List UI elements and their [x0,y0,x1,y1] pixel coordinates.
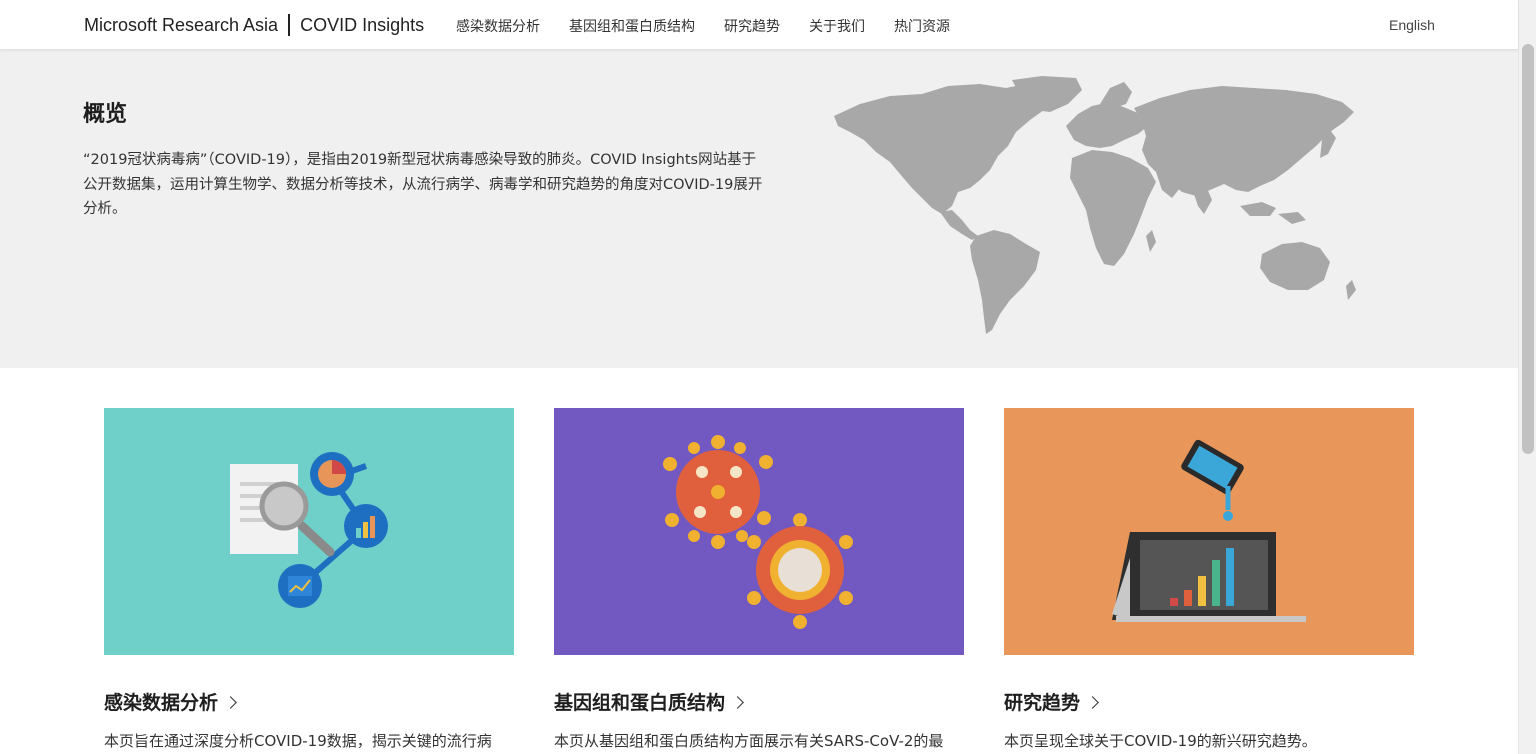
card-infection-data-title-text[interactable]: 感染数据分析 [104,688,218,715]
card-genome-protein-title-text[interactable]: 基因组和蛋白质结构 [554,688,725,715]
site-brand[interactable]: Microsoft Research Asia COVID Insights [84,13,424,37]
chevron-right-icon[interactable] [224,695,237,709]
card-genome-protein-description: 本页从基因组和蛋白质结构方面展示有关SARS-CoV-2的最 [554,732,944,750]
data-analysis-illustration [104,408,514,655]
nav-item-research-trends[interactable]: 研究趋势 [724,16,780,36]
virus-illustration [554,408,964,655]
overview-title: 概览 [83,102,128,127]
card-genome-protein: 基因组和蛋白质结构 本页从基因组和蛋白质结构方面展示有关SARS-CoV-2的最 [554,408,964,753]
chevron-right-icon[interactable] [1086,695,1099,709]
card-infection-data-description: 本页旨在通过深度分析COVID-19数据，揭示关键的流行病 [104,732,492,750]
scrollbar-thumb[interactable] [1522,44,1534,454]
overview-section: 概览 “2019冠状病毒病”（COVID-19），是指由2019新型冠状病毒感染… [0,50,1518,368]
nav-item-genome-protein[interactable]: 基因组和蛋白质结构 [569,16,695,36]
card-infection-data: 感染数据分析 本页旨在通过深度分析COVID-19数据，揭示关键的流行病 [104,408,514,753]
research-trend-illustration [1004,408,1414,655]
card-genome-protein-image[interactable] [554,408,964,655]
nav-item-infection-data[interactable]: 感染数据分析 [456,16,540,36]
language-switch-link[interactable]: English [1389,17,1435,33]
card-genome-protein-title[interactable]: 基因组和蛋白质结构 [554,688,964,715]
top-navigation-bar: Microsoft Research Asia COVID Insights 感… [0,0,1518,50]
nav-item-resources[interactable]: 热门资源 [894,16,950,36]
card-research-trends-title[interactable]: 研究趋势 [1004,688,1414,715]
brand-organization[interactable]: Microsoft Research Asia [84,15,278,36]
card-research-trends: 研究趋势 本页呈现全球关于COVID-19的新兴研究趋势。 [1004,408,1414,753]
card-research-trends-image[interactable] [1004,408,1414,655]
chevron-right-icon[interactable] [731,695,744,709]
card-research-trends-description: 本页呈现全球关于COVID-19的新兴研究趋势。 [1004,732,1317,750]
card-infection-data-image[interactable] [104,408,514,655]
card-infection-data-title[interactable]: 感染数据分析 [104,688,514,715]
brand-divider [288,14,291,36]
page-scrollbar[interactable] [1518,0,1536,754]
main-nav: 感染数据分析 基因组和蛋白质结构 研究趋势 关于我们 热门资源 [456,16,979,36]
card-research-trends-title-text[interactable]: 研究趋势 [1004,688,1080,715]
world-map-illustration [834,76,1356,334]
brand-product-name[interactable]: COVID Insights [300,15,424,36]
nav-item-about-us[interactable]: 关于我们 [809,16,865,36]
overview-description: “2019冠状病毒病”（COVID-19），是指由2019新型冠状病毒感染导致的… [83,152,763,217]
